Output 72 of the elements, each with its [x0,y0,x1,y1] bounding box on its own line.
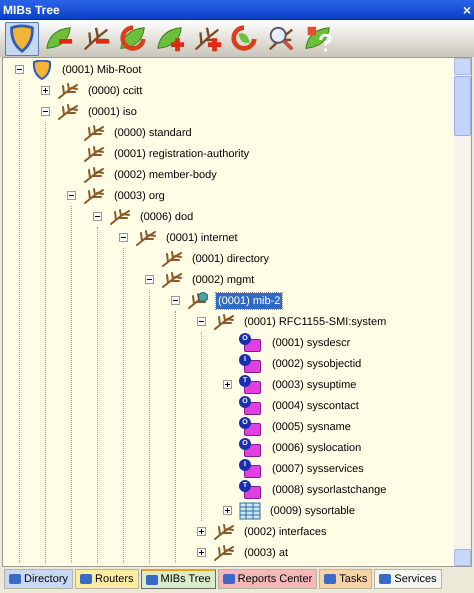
expand-icon[interactable] [197,548,206,557]
tab-icon [146,574,158,584]
branch-globe-icon [187,292,209,310]
tab[interactable]: MIBs Tree [140,569,216,589]
tree-item[interactable]: (0001) mib-2 [216,292,282,308]
tab[interactable]: Routers [75,569,139,589]
tree-item[interactable]: (0002) sysobjectid [270,356,364,372]
tree-item[interactable]: (0004) syscontact [270,398,361,414]
tree-item[interactable]: (0007) sysservices [270,460,366,476]
tree-item[interactable]: (0001) iso [86,104,139,120]
branch-icon [83,144,105,162]
tab-icon [80,574,92,584]
tree-item[interactable]: (0006) dod [138,208,196,224]
tab[interactable]: Reports Center [218,569,318,589]
collapse-icon[interactable] [41,107,50,116]
window-title: MIBs Tree [3,2,60,18]
tree-item[interactable]: (0008) sysorlastchange [270,482,388,498]
mask-icon [7,24,37,54]
refresh-icon [229,24,259,54]
tree-item[interactable]: (0003) at [242,544,290,560]
tab-icon [379,574,392,584]
tree-item[interactable]: (0006) syslocation [270,440,364,456]
tree-item[interactable]: (0002) mgmt [190,272,256,288]
tree-item[interactable]: (0009) sysortable [268,502,357,518]
mask-icon [31,60,53,80]
branch-icon [135,228,157,246]
branch-icon [83,166,105,184]
tab[interactable]: Tasks [319,569,372,589]
branch-icon [161,250,183,268]
tree-item[interactable]: (0001) directory [190,250,272,266]
tab-icon [324,574,336,584]
tree-item[interactable]: (0001) registration-authority [112,146,252,162]
tab-icon [9,574,21,584]
table-icon [239,502,261,520]
branch-icon [83,124,105,142]
expand-icon[interactable] [197,527,206,536]
tree-item[interactable]: (0005) sysname [270,418,353,434]
branch-icon [213,312,235,330]
tree-item[interactable]: (0001) Mib-Root [60,62,144,78]
collapse-icon[interactable] [197,317,206,326]
collapse-icon[interactable] [119,233,128,242]
scrollbar[interactable] [454,58,471,566]
tree-item[interactable]: (0002) member-body [112,166,219,182]
collapse-icon[interactable] [15,65,24,74]
expand-icon[interactable] [223,380,232,389]
tree-item[interactable]: (0003) org [112,188,167,204]
tree-item[interactable]: (0001) RFC1155-SMI:system [242,314,388,330]
tree-item[interactable]: (0002) interfaces [242,524,329,540]
tab[interactable]: Services [374,569,442,589]
expand-icon[interactable] [223,506,232,515]
tree-item[interactable]: (0000) standard [112,124,194,140]
refresh-icon [118,24,148,54]
expand-icon[interactable] [41,86,50,95]
tree-item[interactable]: (0000) ccitt [86,82,144,98]
branch-icon [57,82,79,100]
collapse-icon[interactable] [67,191,76,200]
tree-item[interactable]: (0001) sysdescr [270,334,352,350]
branch-icon [161,270,183,288]
toolbar-button[interactable] [5,22,39,56]
tab-icon [222,574,235,584]
collapse-icon[interactable] [93,212,102,221]
branch-icon [213,522,235,540]
tree-item[interactable]: (0001) internet [164,230,240,246]
tree-item[interactable]: (0003) sysuptime [270,376,358,392]
branch-icon [213,544,235,562]
branch-icon [83,186,105,204]
collapse-icon[interactable] [145,275,154,284]
branch-icon [57,102,79,120]
tab[interactable]: Directory [4,569,74,589]
branch-icon [109,208,131,226]
collapse-icon[interactable] [171,296,180,305]
close-button[interactable]: × [462,2,471,16]
